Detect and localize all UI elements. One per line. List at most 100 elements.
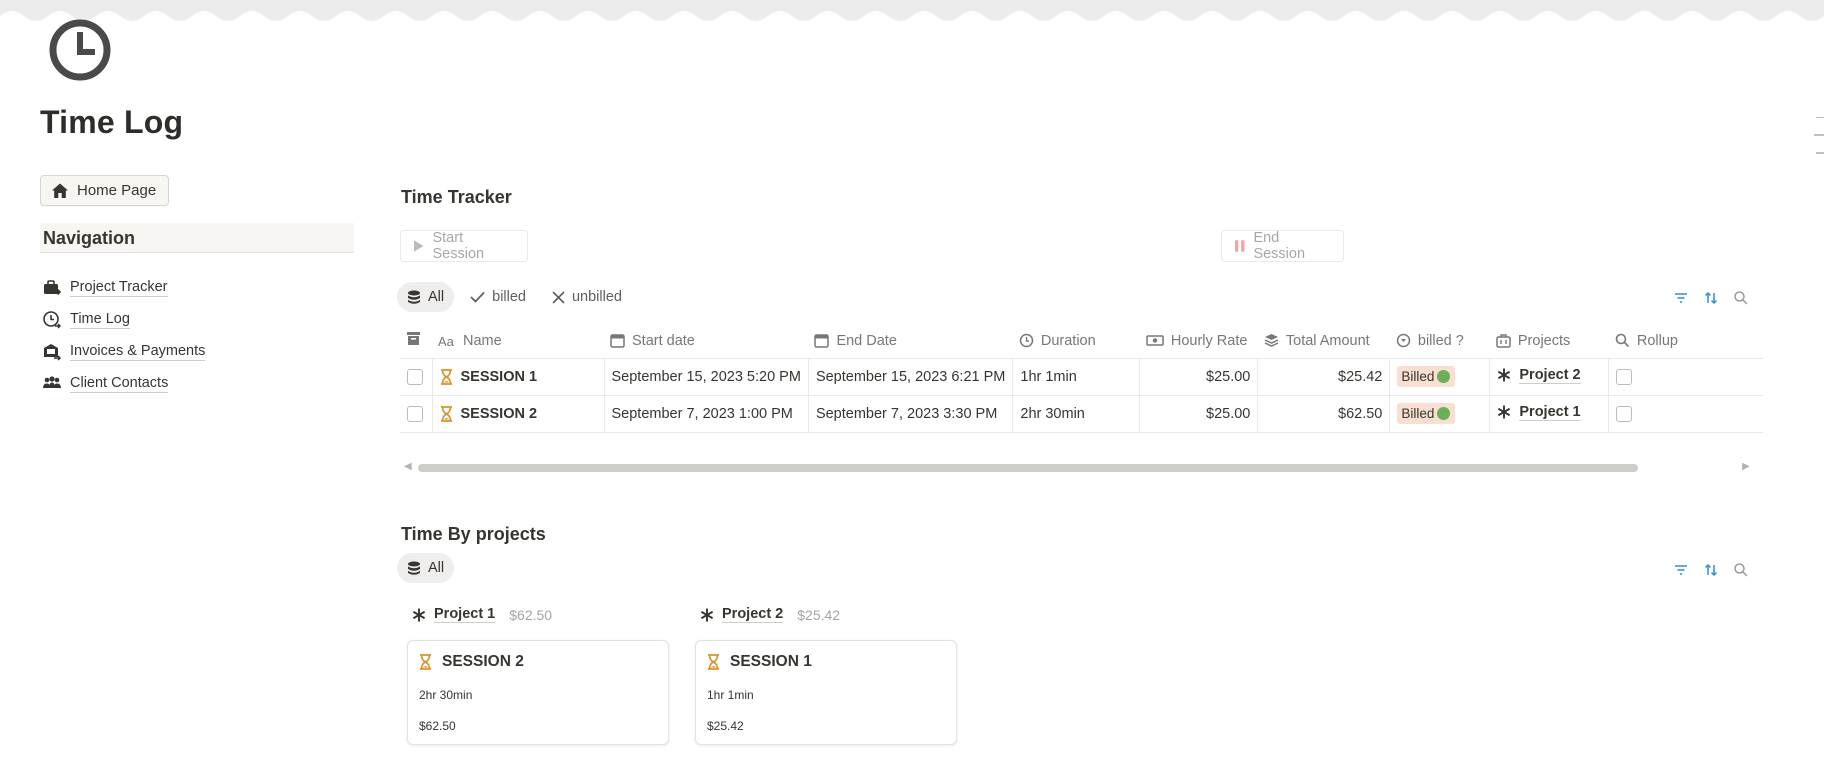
name-cell[interactable]: SESSION 1 <box>431 358 604 396</box>
tab-label: All <box>428 289 445 305</box>
tab-label: billed <box>492 289 526 305</box>
tab-unbilled[interactable]: unbilled <box>542 282 632 312</box>
svg-text:Aa: Aa <box>438 334 455 348</box>
total-amount-cell[interactable]: $62.50 <box>1257 395 1390 433</box>
group-name[interactable]: Project 2 <box>722 606 784 623</box>
nav-item-invoices-payments[interactable]: Invoices & Payments <box>42 336 206 368</box>
start-date-cell[interactable]: September 15, 2023 5:20 PM <box>603 358 809 396</box>
card-amount: $62.50 <box>419 719 456 733</box>
scrollbar-thumb[interactable] <box>418 464 1638 472</box>
scroll-right-icon[interactable]: ▶ <box>1742 461 1750 472</box>
column-header-hourly-rate[interactable]: Hourly Rate <box>1139 324 1258 359</box>
database-icon <box>408 561 420 575</box>
filter-icon[interactable] <box>1673 562 1689 578</box>
tab-billed[interactable]: billed <box>460 282 536 312</box>
projects-cell[interactable]: Project 2 <box>1489 358 1609 396</box>
rollup-checkbox[interactable] <box>1616 405 1633 422</box>
group-sum: $25.42 <box>797 606 841 623</box>
row-select-cell[interactable] <box>400 395 432 433</box>
search-icon[interactable] <box>1733 562 1749 578</box>
nav-item-client-contacts[interactable]: Client Contacts <box>42 368 205 400</box>
nav-item-label: Project Tracker <box>70 279 168 297</box>
select-all-header[interactable] <box>400 324 432 359</box>
time-tracker-title: Time Tracker <box>401 187 512 207</box>
sort-icon[interactable] <box>1703 290 1719 306</box>
hourglass-icon <box>440 405 452 422</box>
group-name[interactable]: Project 1 <box>434 606 496 623</box>
column-header-total-amount[interactable]: Total Amount <box>1257 324 1390 359</box>
time-by-projects-title: Time By projects <box>401 524 546 544</box>
green-circle-icon <box>1437 370 1451 383</box>
home-page-label: Home Page <box>77 182 157 199</box>
green-circle-icon <box>1437 407 1451 420</box>
column-label: Hourly Rate <box>1170 332 1248 349</box>
board-card[interactable]: SESSION 1 1hr 1min $25.42 <box>695 640 957 745</box>
column-header-end-date[interactable]: End Date <box>808 324 1013 359</box>
page-top-border <box>0 0 1824 21</box>
column-header-start-date[interactable]: Start date <box>604 324 809 359</box>
project-link[interactable]: Project 2 <box>1519 367 1581 384</box>
tab-all[interactable]: All <box>397 282 455 312</box>
group-sum: $62.50 <box>509 606 553 623</box>
billed-cell[interactable]: Billed <box>1389 358 1490 396</box>
rollup-checkbox[interactable] <box>1616 368 1633 385</box>
total-amount-cell[interactable]: $25.42 <box>1257 358 1390 396</box>
start-session-button[interactable]: Start Session <box>400 230 528 262</box>
end-date-cell[interactable]: September 7, 2023 3:30 PM <box>807 395 1013 433</box>
filter-icon[interactable] <box>1673 290 1689 306</box>
card-title: SESSION 2 <box>442 653 524 670</box>
rollup-cell[interactable] <box>1608 395 1763 433</box>
column-header-rollup[interactable]: Rollup <box>1608 324 1763 359</box>
duration-cell[interactable]: 2hr 30min <box>1012 395 1140 433</box>
scroll-left-icon[interactable]: ◀ <box>404 461 412 472</box>
clock-icon[interactable] <box>48 18 112 82</box>
row-select-cell[interactable] <box>400 358 432 396</box>
column-header-name[interactable]: Aa Name <box>432 324 604 359</box>
end-date-cell[interactable]: September 15, 2023 6:21 PM <box>807 358 1013 396</box>
column-header-duration[interactable]: Duration <box>1012 324 1140 359</box>
column-header-billed[interactable]: billed ? <box>1389 324 1490 359</box>
row-checkbox[interactable] <box>407 405 423 422</box>
billed-label: Billed <box>1401 406 1435 421</box>
billed-label: Billed <box>1401 369 1435 384</box>
table-header-row: Aa Name Start date End Date Duration Hour… <box>400 324 1763 359</box>
hourly-rate-cell[interactable]: $25.00 <box>1139 358 1258 396</box>
session-name: SESSION 2 <box>460 405 538 422</box>
outline-toggle-icon[interactable] <box>1814 117 1824 161</box>
search-icon[interactable] <box>1733 290 1749 306</box>
tab-all[interactable]: All <box>397 553 455 583</box>
column-header-projects[interactable]: Projects <box>1489 324 1609 359</box>
billed-status-badge: Billed <box>1397 366 1456 387</box>
projects-cell[interactable]: Project 1 <box>1489 395 1609 433</box>
duration-cell[interactable]: 1hr 1min <box>1012 358 1140 396</box>
nav-item-project-tracker[interactable]: Project Tracker <box>42 272 205 304</box>
card-amount: $25.42 <box>707 719 744 733</box>
money-icon <box>1146 335 1164 346</box>
board-card[interactable]: SESSION 2 2hr 30min $62.50 <box>407 640 669 745</box>
tab-label: All <box>428 560 445 576</box>
nav-item-label: Invoices & Payments <box>70 343 206 361</box>
hourglass-icon <box>708 654 719 670</box>
nav-item-time-log[interactable]: Time Log <box>42 304 205 336</box>
start-date-cell[interactable]: September 7, 2023 1:00 PM <box>603 395 809 433</box>
rollup-cell[interactable] <box>1608 358 1763 396</box>
home-page-button[interactable]: Home Page <box>40 175 170 206</box>
page-title: Time Log <box>40 104 184 140</box>
billed-cell[interactable]: Billed <box>1389 395 1490 433</box>
check-icon <box>470 291 485 303</box>
horizontal-scrollbar[interactable]: ◀ ▶ <box>400 460 1754 474</box>
name-cell[interactable]: SESSION 2 <box>431 395 604 433</box>
board-group-project-2[interactable]: Project 2 $25.42 <box>700 606 840 623</box>
row-checkbox[interactable] <box>407 368 423 385</box>
table-row[interactable]: SESSION 2 September 7, 2023 1:00 PM Sept… <box>400 395 1763 433</box>
asterisk-icon <box>1498 405 1511 419</box>
end-session-button[interactable]: End Session <box>1221 230 1344 262</box>
sort-icon[interactable] <box>1703 562 1719 578</box>
project-link[interactable]: Project 1 <box>1519 404 1581 421</box>
hourly-rate-cell[interactable]: $25.00 <box>1139 395 1258 433</box>
card-duration: 2hr 30min <box>419 688 473 702</box>
table-row[interactable]: SESSION 1 September 15, 2023 5:20 PM Sep… <box>400 358 1763 396</box>
board-group-project-1[interactable]: Project 1 $62.50 <box>412 606 552 623</box>
calendar-icon <box>814 334 830 348</box>
stack-icon <box>1264 334 1279 348</box>
